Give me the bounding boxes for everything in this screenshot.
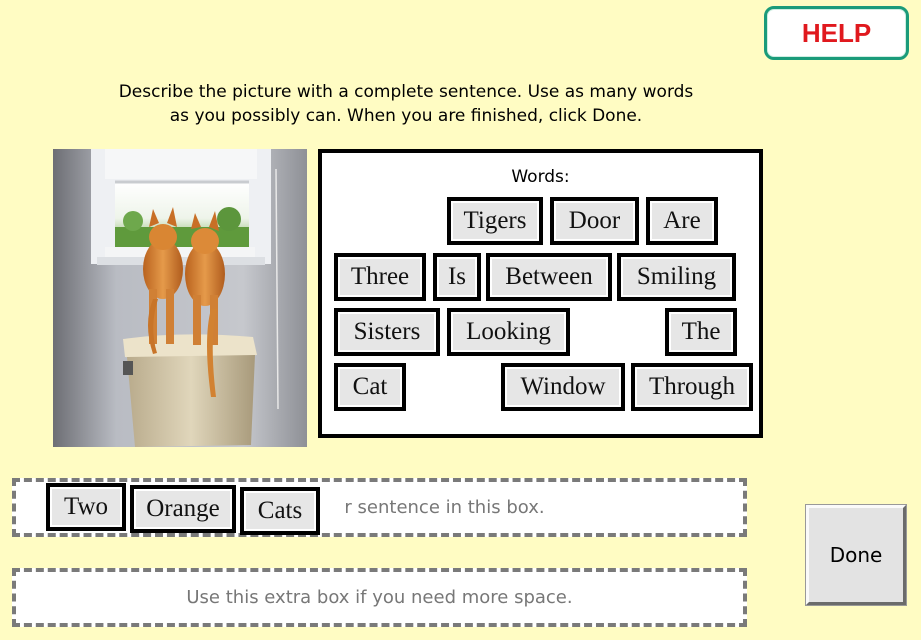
instructions-line-1: Describe the picture with a complete sen… xyxy=(118,82,694,102)
word-tile-door[interactable]: Door xyxy=(550,197,639,245)
word-tile-are[interactable]: Are xyxy=(646,197,718,245)
word-tile-the[interactable]: The xyxy=(665,308,737,356)
placed-word-two[interactable]: Two xyxy=(46,483,126,531)
done-button[interactable]: Done xyxy=(805,504,907,606)
word-bank-title: Words: xyxy=(511,167,570,187)
placed-word-cats[interactable]: Cats xyxy=(240,487,320,535)
word-tile-cat[interactable]: Cat xyxy=(334,363,406,411)
word-tile-window[interactable]: Window xyxy=(501,363,625,411)
word-tile-smiling[interactable]: Smiling xyxy=(617,253,736,301)
placed-word-orange[interactable]: Orange xyxy=(130,485,236,533)
extra-box-placeholder: Use this extra box if you need more spac… xyxy=(186,587,573,608)
help-button[interactable]: HELP xyxy=(764,6,909,60)
word-tile-tigers[interactable]: Tigers xyxy=(447,197,543,245)
word-tile-looking[interactable]: Looking xyxy=(447,308,570,356)
word-tile-between[interactable]: Between xyxy=(486,253,612,301)
extra-box[interactable]: Use this extra box if you need more spac… xyxy=(12,568,747,627)
word-tile-is[interactable]: Is xyxy=(433,253,481,301)
word-tile-sisters[interactable]: Sisters xyxy=(334,308,440,356)
instructions-text: Describe the picture with a complete sen… xyxy=(60,80,752,128)
word-tile-three[interactable]: Three xyxy=(334,253,426,301)
word-tile-through[interactable]: Through xyxy=(631,363,753,411)
cats-photo xyxy=(53,149,307,447)
instructions-line-2: as you possibly can. When you are finish… xyxy=(169,106,643,126)
